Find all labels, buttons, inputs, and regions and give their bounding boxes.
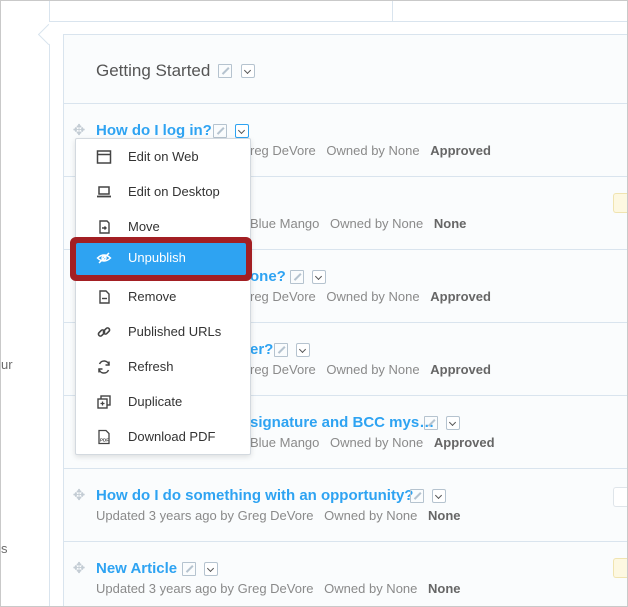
updated-by: Blue Mango bbox=[250, 435, 320, 450]
article-actions-menu: Edit on Web Edit on Desktop Move Remove … bbox=[75, 138, 251, 455]
updated-by: reg DeVore bbox=[250, 289, 316, 304]
status: Approved bbox=[430, 362, 491, 377]
menu-item-label: Published URLs bbox=[128, 324, 222, 339]
status: None bbox=[428, 508, 461, 523]
article-title-link[interactable]: How do I do something with an opportunit… bbox=[96, 487, 413, 504]
section-actions-dropdown[interactable] bbox=[241, 64, 255, 78]
owner: Owned by None bbox=[326, 289, 420, 304]
updated-by: Updated 3 years ago by Greg DeVore bbox=[96, 508, 314, 523]
menu-item-edit-on-desktop[interactable]: Edit on Desktop bbox=[76, 176, 250, 208]
article-actions-dropdown[interactable] bbox=[296, 343, 310, 357]
menu-item-download-pdf[interactable]: PDF Download PDF bbox=[76, 421, 250, 453]
article-meta: reg DeVore Owned by None Approved bbox=[250, 289, 491, 304]
article-actions-dropdown[interactable] bbox=[432, 489, 446, 503]
section-header: Getting Started bbox=[64, 35, 627, 104]
edit-icon[interactable] bbox=[424, 416, 438, 430]
status: None bbox=[433, 216, 467, 231]
article-meta: Updated 3 years ago by Greg DeVore Owned… bbox=[96, 508, 461, 523]
drag-handle-icon[interactable]: ✥ bbox=[72, 561, 86, 576]
drag-handle-icon[interactable]: ✥ bbox=[72, 488, 86, 503]
owner: Owned by None bbox=[326, 362, 420, 377]
duplicate-icon bbox=[97, 395, 111, 409]
owner: Owned by None bbox=[330, 216, 424, 231]
status: Approved bbox=[430, 289, 491, 304]
status: None bbox=[428, 581, 461, 596]
owner: Owned by None bbox=[324, 581, 418, 596]
menu-item-label: Download PDF bbox=[128, 429, 216, 444]
menu-item-label: Unpublish bbox=[128, 250, 186, 265]
browser-window-icon bbox=[96, 150, 112, 164]
article-meta: reg DeVore Owned by None Approved bbox=[250, 362, 491, 377]
article-actions-dropdown[interactable] bbox=[312, 270, 326, 284]
menu-item-duplicate[interactable]: Duplicate bbox=[76, 386, 250, 418]
document-minus-icon bbox=[99, 290, 110, 304]
menu-item-unpublish[interactable]: Unpublish bbox=[70, 237, 252, 281]
top-bar bbox=[49, 1, 627, 22]
menu-item-label: Remove bbox=[128, 289, 177, 304]
link-icon bbox=[97, 327, 111, 337]
highlight-background: Unpublish bbox=[76, 243, 246, 275]
edit-icon[interactable] bbox=[213, 124, 227, 138]
status-badge bbox=[613, 487, 627, 507]
refresh-icon bbox=[98, 360, 110, 374]
article-meta: reg DeVore Owned by None Approved bbox=[250, 143, 491, 158]
status: Approved bbox=[430, 143, 491, 158]
updated-by: Updated 3 years ago by Greg DeVore bbox=[96, 581, 314, 596]
edit-icon[interactable] bbox=[182, 562, 196, 576]
owner: Owned by None bbox=[326, 143, 420, 158]
left-pane: ur s bbox=[1, 1, 49, 606]
article-actions-dropdown[interactable] bbox=[235, 124, 249, 138]
app-frame: ur s Getting Started ✥ How do I log in? … bbox=[0, 0, 628, 607]
article-title-link[interactable]: signature and BCC mys… bbox=[250, 414, 434, 431]
owner: Owned by None bbox=[324, 508, 418, 523]
eye-slash-icon bbox=[96, 252, 112, 264]
divider bbox=[49, 41, 50, 606]
article-title-link[interactable]: New Article bbox=[96, 560, 177, 577]
article-actions-dropdown[interactable] bbox=[446, 416, 460, 430]
table-row[interactable]: ✥ How do I do something with an opportun… bbox=[64, 469, 627, 542]
article-title-link[interactable]: one? bbox=[250, 268, 286, 285]
article-meta: Updated 3 years ago by Greg DeVore Owned… bbox=[96, 581, 461, 596]
owner: Owned by None bbox=[330, 435, 424, 450]
menu-item-published-urls[interactable]: Published URLs bbox=[76, 316, 250, 348]
article-title-link[interactable]: er? bbox=[250, 341, 273, 358]
updated-by: reg DeVore bbox=[250, 362, 316, 377]
article-title-link[interactable]: How do I log in? bbox=[96, 122, 212, 139]
left-pane-fragment: s bbox=[1, 541, 8, 556]
article-meta: Blue Mango Owned by None None bbox=[250, 216, 466, 231]
menu-item-label: Duplicate bbox=[128, 394, 183, 409]
menu-item-label: Edit on Desktop bbox=[128, 184, 220, 199]
status: Approved bbox=[433, 435, 495, 450]
article-actions-dropdown[interactable] bbox=[204, 562, 218, 576]
section-title: Getting Started bbox=[96, 61, 211, 80]
article-meta: Blue Mango Owned by None Approved bbox=[250, 435, 495, 450]
edit-icon[interactable] bbox=[274, 343, 288, 357]
move-icon bbox=[99, 220, 110, 234]
edit-icon[interactable] bbox=[218, 64, 232, 78]
menu-item-edit-on-web[interactable]: Edit on Web bbox=[76, 141, 250, 173]
svg-text:PDF: PDF bbox=[100, 438, 109, 443]
updated-by: reg DeVore bbox=[250, 143, 316, 158]
edit-icon[interactable] bbox=[290, 270, 304, 284]
drag-handle-icon[interactable]: ✥ bbox=[72, 123, 86, 138]
status-badge bbox=[613, 193, 627, 213]
menu-item-label: Edit on Web bbox=[128, 149, 199, 164]
laptop-icon bbox=[97, 186, 111, 198]
updated-by: Blue Mango bbox=[250, 216, 320, 231]
edit-icon[interactable] bbox=[410, 489, 424, 503]
status-badge bbox=[613, 558, 627, 578]
menu-item-refresh[interactable]: Refresh bbox=[76, 351, 250, 383]
pdf-icon: PDF bbox=[98, 429, 110, 445]
table-row[interactable]: ✥ New Article Updated 3 years ago by Gre… bbox=[64, 542, 627, 606]
menu-item-label: Refresh bbox=[128, 359, 174, 374]
menu-item-label: Move bbox=[128, 219, 160, 234]
left-pane-fragment: ur bbox=[1, 357, 13, 372]
menu-item-remove[interactable]: Remove bbox=[76, 281, 250, 313]
